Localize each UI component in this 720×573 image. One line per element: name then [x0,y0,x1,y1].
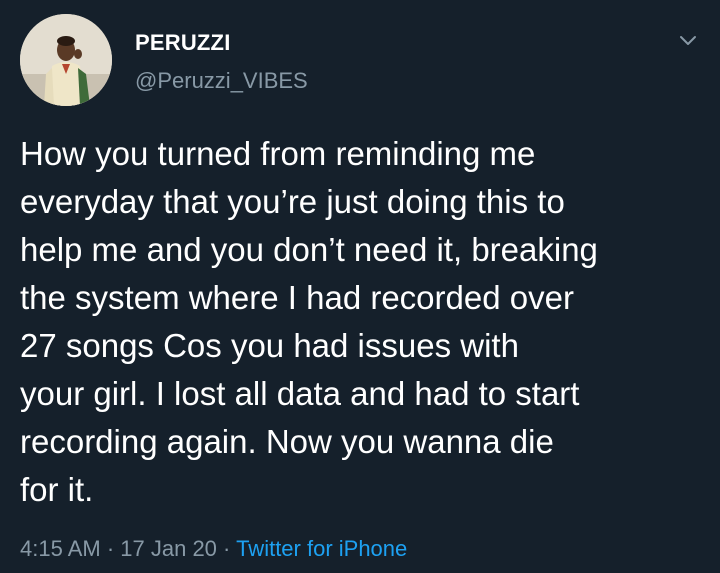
meta-separator: · [100,536,121,561]
tweet-source-link[interactable]: Twitter for iPhone [236,536,407,561]
avatar[interactable] [20,14,112,106]
chevron-down-icon[interactable] [676,28,700,52]
tweet-meta: 4:15 AM · 17 Jan 20 · Twitter for iPhone [20,536,407,562]
tweet-card: PERUZZI @Peruzzi_VIBES How you turned fr… [0,0,720,573]
tweet-date[interactable]: 17 Jan 20 [120,536,217,561]
tweet-time[interactable]: 4:15 AM [20,536,101,561]
profile-photo-icon [20,14,112,106]
user-handle[interactable]: @Peruzzi_VIBES [135,68,308,94]
tweet-text: How you turned from reminding me everyda… [20,135,598,508]
display-name[interactable]: PERUZZI [135,30,231,56]
meta-separator: · [216,536,237,561]
